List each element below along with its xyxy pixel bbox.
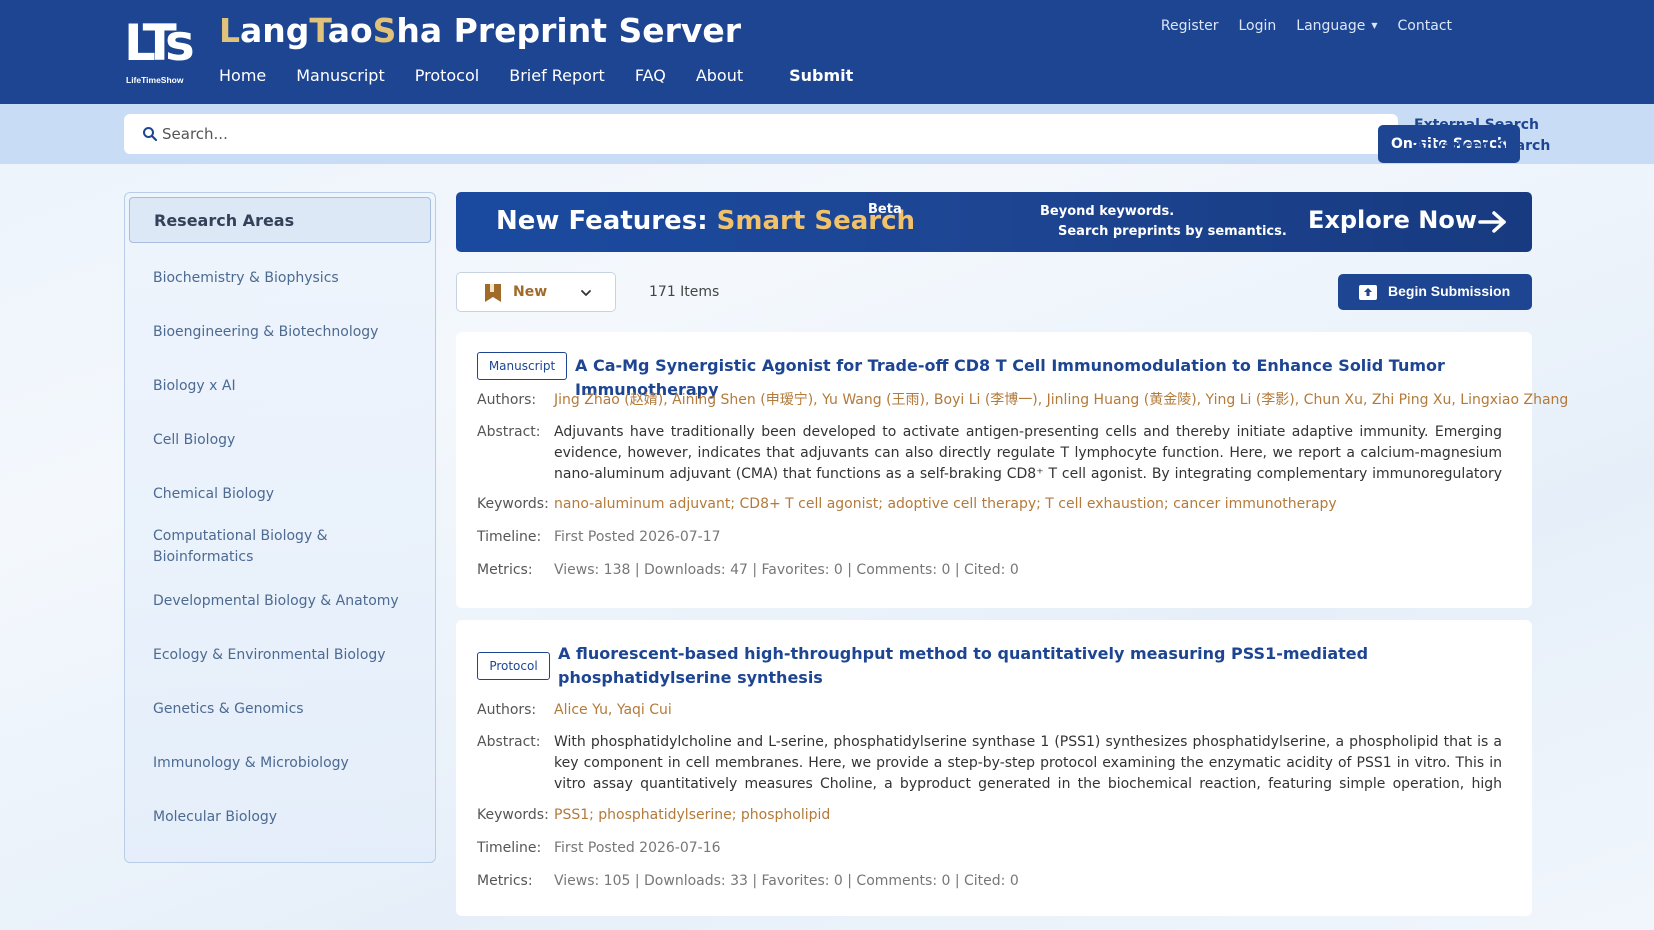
smart-search-banner[interactable]: New Features: Smart Search Beta Beyond k… <box>456 192 1532 252</box>
article-metrics: Views: 105 | Downloads: 33 | Favorites: … <box>554 873 1019 889</box>
sidebar-item-cell-biology[interactable]: Cell Biology <box>153 430 423 451</box>
nav-protocol[interactable]: Protocol <box>415 66 479 85</box>
keywords-label: Keywords: <box>477 807 549 823</box>
sidebar-item-genetics[interactable]: Genetics & Genomics <box>153 699 423 720</box>
language-label: Language <box>1296 18 1366 34</box>
search-bar: On-site Search External Search Advanced … <box>0 104 1654 164</box>
search-input[interactable] <box>162 118 1362 150</box>
nav-brief-report[interactable]: Brief Report <box>509 66 605 85</box>
article-metrics: Views: 138 | Downloads: 47 | Favorites: … <box>554 562 1019 578</box>
article-type-badge: Protocol <box>477 652 550 680</box>
logo-mark: LTs <box>124 14 195 72</box>
nav-about[interactable]: About <box>696 66 743 85</box>
abstract-label: Abstract: <box>477 734 541 750</box>
sidebar-item-ecology[interactable]: Ecology & Environmental Biology <box>153 645 423 666</box>
title-part: ha Preprint Server <box>396 11 742 50</box>
site-logo[interactable]: LTs LifeTimeShow <box>124 14 202 86</box>
article-keywords[interactable]: nano-aluminum adjuvant; CD8+ T cell agon… <box>554 494 1502 515</box>
article-title[interactable]: A fluorescent-based high-throughput meth… <box>558 642 1458 690</box>
article-abstract: With phosphatidylcholine and L-serine, p… <box>554 734 1502 792</box>
sidebar-item-computational-biology[interactable]: Computational Biology & Bioinformatics <box>153 526 343 568</box>
begin-submission-button[interactable]: Begin Submission <box>1338 274 1532 310</box>
authors-label: Authors: <box>477 392 537 408</box>
article-timeline: First Posted 2026-07-17 <box>554 529 721 545</box>
top-links: Register Login Language ▼ Contact <box>1161 18 1452 34</box>
search-box: On-site Search <box>124 114 1520 163</box>
article-card: Protocol A fluorescent-based high-throug… <box>456 620 1532 916</box>
article-type-badge: Manuscript <box>477 352 567 380</box>
site-header: LTs LifeTimeShow LangTaoSha Preprint Ser… <box>0 0 1654 104</box>
sidebar-header: Research Areas <box>129 197 431 243</box>
article-authors[interactable]: Jing Zhao (赵婧), Aining Shen (申瑷宁), Yu Wa… <box>554 390 1568 411</box>
keywords-label: Keywords: <box>477 496 549 512</box>
timeline-label: Timeline: <box>477 529 542 545</box>
external-search-link[interactable]: External Search <box>1414 115 1550 136</box>
title-part: T <box>309 11 328 50</box>
banner-tagline-2: Search preprints by semantics. <box>1058 224 1287 239</box>
language-dropdown[interactable]: Language ▼ <box>1296 18 1377 34</box>
article-authors[interactable]: Alice Yu, Yaqi Cui <box>554 700 1502 721</box>
article-abstract: Adjuvants have traditionally been develo… <box>554 424 1502 482</box>
caret-down-icon: ▼ <box>1371 21 1378 30</box>
sidebar-item-chemical-biology[interactable]: Chemical Biology <box>153 484 423 505</box>
sidebar-item-developmental-biology[interactable]: Developmental Biology & Anatomy <box>153 591 423 612</box>
register-link[interactable]: Register <box>1161 18 1219 34</box>
beta-badge: Beta <box>868 202 902 217</box>
site-title[interactable]: LangTaoSha Preprint Server <box>219 11 741 50</box>
banner-new-features: New Features: <box>496 206 717 236</box>
nav-faq[interactable]: FAQ <box>635 66 666 85</box>
contact-link[interactable]: Contact <box>1398 18 1452 34</box>
main-nav: Home Manuscript Protocol Brief Report FA… <box>219 66 883 85</box>
sidebar-item-biochemistry[interactable]: Biochemistry & Biophysics <box>153 268 423 289</box>
sort-label: New <box>513 284 548 300</box>
metrics-label: Metrics: <box>477 562 533 578</box>
timeline-label: Timeline: <box>477 840 542 856</box>
nav-manuscript[interactable]: Manuscript <box>296 66 384 85</box>
upload-box-icon <box>1359 285 1377 300</box>
arrow-right-icon <box>1478 211 1506 233</box>
title-part: ao <box>327 11 373 50</box>
sidebar-item-biology-ai[interactable]: Biology x AI <box>153 376 423 397</box>
title-part: ang <box>240 11 310 50</box>
banner-tagline-1: Beyond keywords. <box>1040 204 1175 219</box>
sidebar-item-immunology[interactable]: Immunology & Microbiology <box>153 753 423 774</box>
sidebar-item-molecular-biology[interactable]: Molecular Biology <box>153 807 423 828</box>
login-link[interactable]: Login <box>1239 18 1277 34</box>
article-timeline: First Posted 2026-07-16 <box>554 840 721 856</box>
nav-submit[interactable]: Submit <box>789 66 853 85</box>
bookmark-icon <box>485 284 501 302</box>
search-icon <box>143 127 158 142</box>
sidebar-item-bioengineering[interactable]: Bioengineering & Biotechnology <box>153 322 423 343</box>
items-count: 171 Items <box>649 284 720 300</box>
nav-home[interactable]: Home <box>219 66 266 85</box>
search-links: External Search Advanced Search <box>1414 115 1550 157</box>
explore-now-link[interactable]: Explore Now <box>1308 206 1477 234</box>
logo-subtext: LifeTimeShow <box>126 75 184 85</box>
title-part: S <box>372 11 397 50</box>
begin-submission-label: Begin Submission <box>1388 283 1511 299</box>
chevron-down-icon <box>581 290 591 296</box>
banner-headline: New Features: Smart Search <box>496 206 915 236</box>
research-areas-sidebar: Research Areas Biochemistry & Biophysics… <box>124 192 436 863</box>
article-keywords[interactable]: PSS1; phosphatidylserine; phospholipid <box>554 805 1502 826</box>
metrics-label: Metrics: <box>477 873 533 889</box>
authors-label: Authors: <box>477 702 537 718</box>
article-card: Manuscript A Ca-Mg Synergistic Agonist f… <box>456 332 1568 608</box>
sidebar-title: Research Areas <box>154 211 295 230</box>
title-part: L <box>219 11 241 50</box>
abstract-label: Abstract: <box>477 424 541 440</box>
sort-dropdown[interactable]: New <box>456 272 616 312</box>
advanced-search-link[interactable]: Advanced Search <box>1414 136 1550 157</box>
